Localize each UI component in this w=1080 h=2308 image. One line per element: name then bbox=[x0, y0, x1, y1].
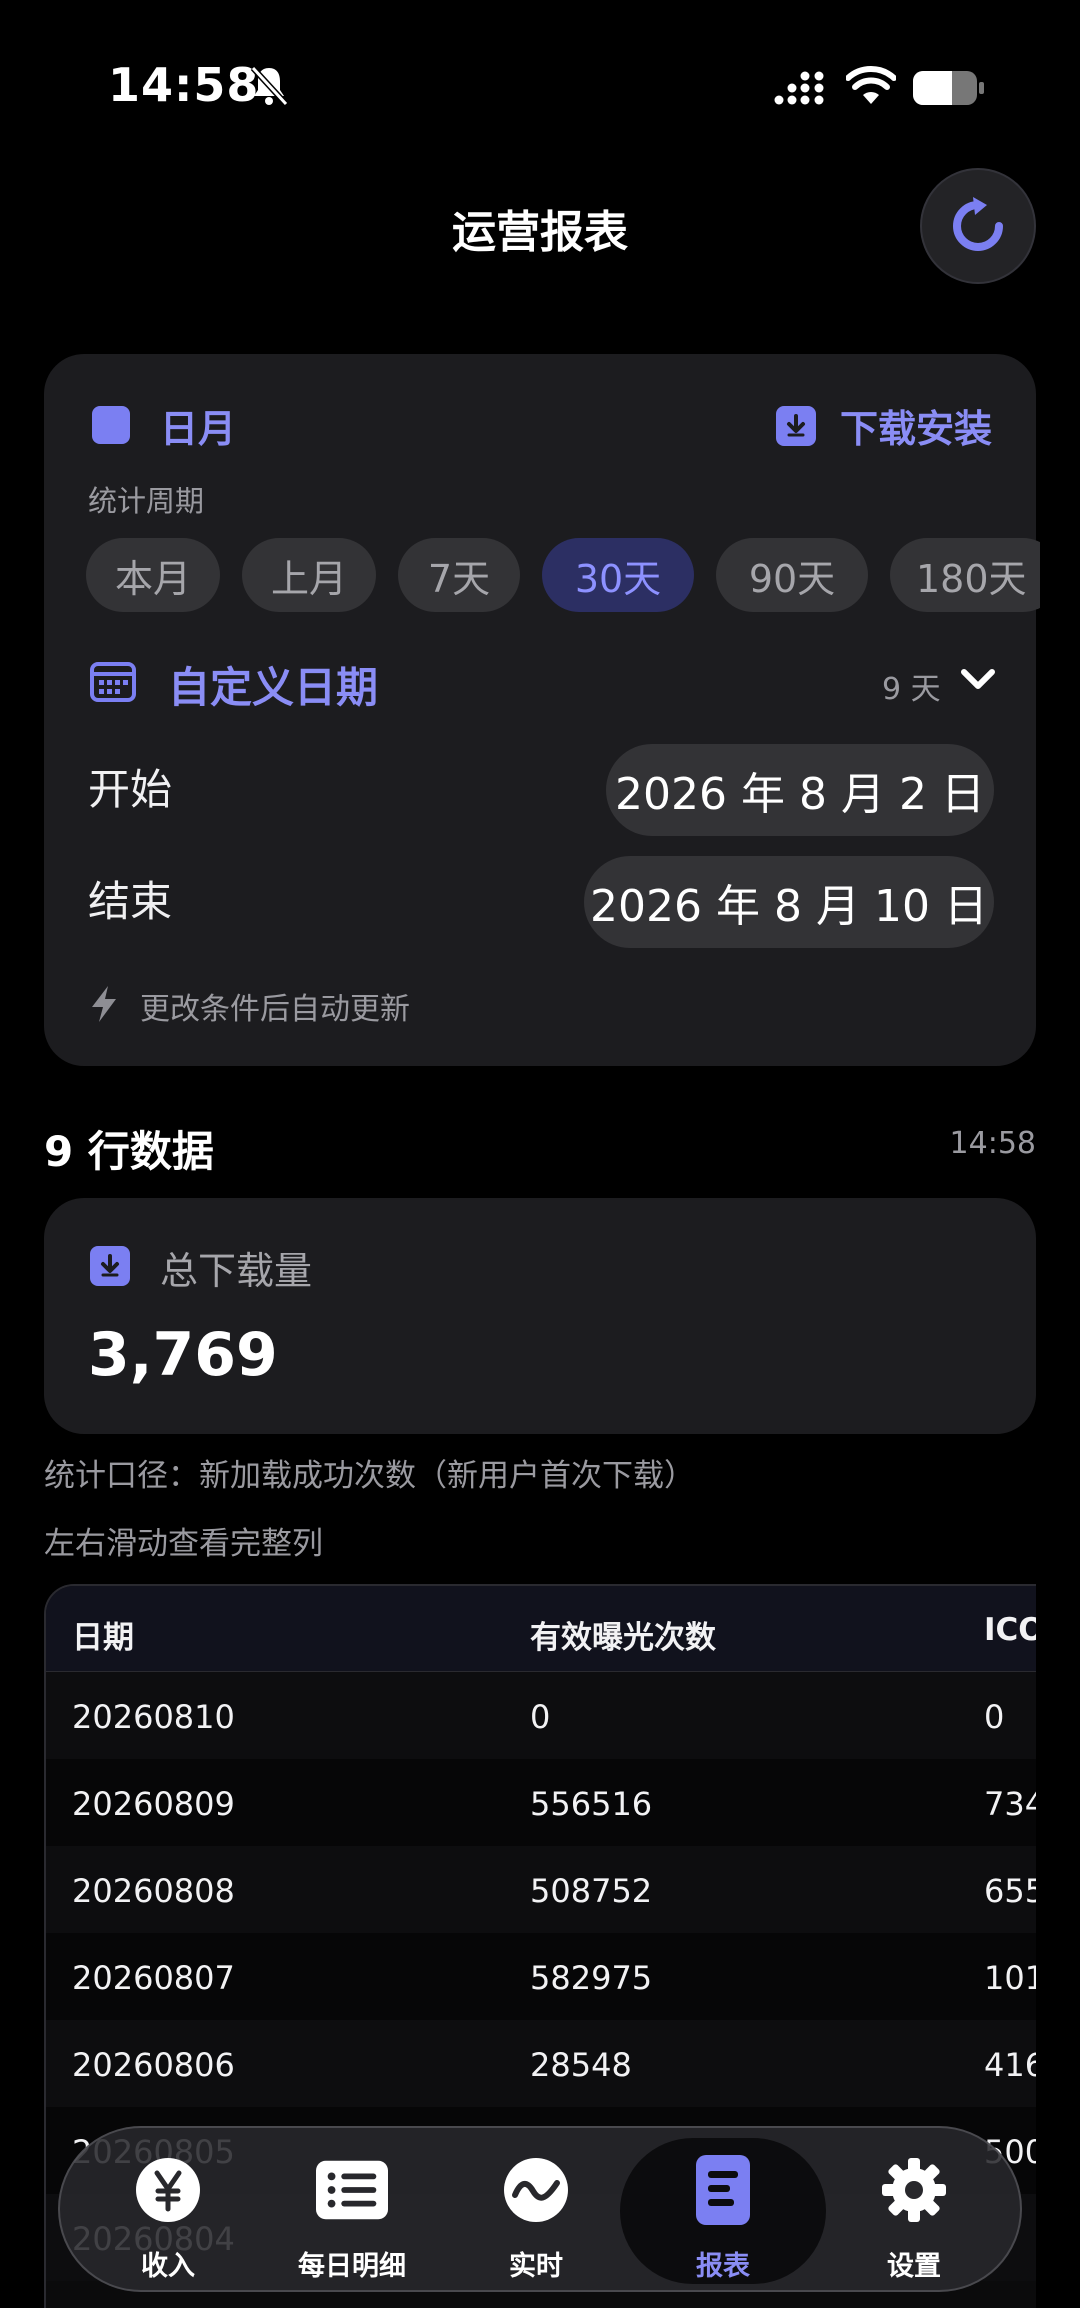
page-title: 运营报表 bbox=[452, 207, 628, 258]
tab-settings[interactable]: 设置 bbox=[824, 2128, 1004, 2294]
table-cell: 655 bbox=[984, 1872, 1036, 1910]
total-downloads-card: 总下载量 3,769 bbox=[44, 1198, 1036, 1434]
chip-180-days[interactable]: 180天 bbox=[890, 538, 1040, 612]
end-label: 结束 bbox=[88, 877, 173, 926]
status-time: 14:58 bbox=[108, 58, 260, 112]
table-cell: 20260807 bbox=[72, 1959, 235, 1997]
total-downloads-value: 3,769 bbox=[88, 1320, 278, 1390]
caliber-note: 统计口径：新加载成功次数（新用户首次下载） bbox=[44, 1458, 695, 1494]
bottom-tab-bar: 收入 每日明细 实时 报表 设置 bbox=[58, 2126, 1022, 2292]
table-cell: 20260808 bbox=[72, 1872, 235, 1910]
custom-date-label[interactable]: 自定义日期 bbox=[168, 654, 378, 715]
column-header-icon: ICON bbox=[984, 1612, 1036, 1648]
pulse-icon bbox=[500, 2156, 572, 2224]
cellular-signal-icon bbox=[774, 71, 824, 105]
table-cell: 556516 bbox=[530, 1785, 653, 1823]
updated-time: 14:58 bbox=[949, 1126, 1036, 1161]
column-header-exposures: 有效曝光次数 bbox=[530, 1620, 716, 1656]
tab-label: 收入 bbox=[141, 2251, 195, 2282]
scroll-hint: 左右滑动查看完整列 bbox=[44, 1526, 323, 1562]
chip-30-days[interactable]: 30天 bbox=[542, 538, 694, 612]
refresh-icon bbox=[953, 197, 1003, 251]
chip-90-days[interactable]: 90天 bbox=[716, 538, 868, 612]
table-row: 20260806 28548 416 bbox=[46, 2020, 1036, 2107]
tab-label: 实时 bbox=[509, 2251, 563, 2282]
table-row: 20260810 0 0 bbox=[46, 1672, 1036, 1759]
tab-label: 每日明细 bbox=[298, 2251, 406, 2282]
tab-income[interactable]: 收入 bbox=[78, 2128, 258, 2294]
total-downloads-label: 总下载量 bbox=[160, 1249, 313, 1293]
days-count: 9 天 bbox=[882, 672, 941, 707]
calendar-icon bbox=[90, 662, 136, 702]
table-cell: 508752 bbox=[530, 1872, 653, 1910]
tab-daily-detail[interactable]: 每日明细 bbox=[262, 2128, 442, 2294]
period-chips: 本月 上月 7天 30天 90天 180天 bbox=[86, 538, 1040, 618]
table-cell: 28548 bbox=[530, 2046, 632, 2084]
refresh-button[interactable] bbox=[920, 168, 1036, 284]
chevron-down-icon[interactable] bbox=[958, 664, 998, 696]
report-icon bbox=[687, 2155, 759, 2225]
table-cell: 20260810 bbox=[72, 1698, 235, 1736]
yen-icon bbox=[132, 2156, 204, 2224]
table-cell: 0 bbox=[530, 1698, 551, 1736]
chip-this-month[interactable]: 本月 bbox=[86, 538, 220, 612]
table-cell: 582975 bbox=[530, 1959, 653, 1997]
download-icon bbox=[775, 405, 816, 446]
table-cell: 734 bbox=[984, 1785, 1036, 1823]
chip-7-days[interactable]: 7天 bbox=[398, 538, 520, 612]
start-label: 开始 bbox=[88, 765, 173, 814]
rows-count-title: 9 行数据 bbox=[44, 1127, 214, 1176]
table-cell: 20260806 bbox=[72, 2046, 235, 2084]
tab-label: 报表 bbox=[696, 2251, 750, 2282]
start-date-picker[interactable]: 2026 年 8 月 2 日 bbox=[606, 744, 994, 836]
table-cell: 0 bbox=[984, 1698, 1005, 1736]
bell-slash-icon bbox=[250, 65, 289, 107]
download-icon bbox=[90, 1246, 130, 1286]
table-cell: 101 bbox=[984, 1959, 1036, 1997]
table-row: 20260807 582975 101 bbox=[46, 1933, 1036, 2020]
list-icon bbox=[316, 2156, 388, 2224]
battery-icon bbox=[913, 71, 984, 105]
column-header-date: 日期 bbox=[72, 1620, 134, 1656]
table-row: 20260809 556516 734 bbox=[46, 1759, 1036, 1846]
table-row: 20260808 508752 655 bbox=[46, 1846, 1036, 1933]
mode-square-icon bbox=[92, 406, 130, 444]
tab-realtime[interactable]: 实时 bbox=[446, 2128, 626, 2294]
gear-icon bbox=[878, 2156, 950, 2224]
tab-label: 设置 bbox=[887, 2251, 941, 2282]
wifi-icon bbox=[846, 66, 896, 104]
table-header: 日期 有效曝光次数 ICON bbox=[46, 1586, 1036, 1672]
download-install-label: 下载安装 bbox=[839, 407, 992, 451]
end-date-picker[interactable]: 2026 年 8 月 10 日 bbox=[584, 856, 994, 948]
bolt-icon bbox=[92, 986, 116, 1022]
status-bar: 14:58 bbox=[0, 0, 1080, 180]
period-label: 统计周期 bbox=[88, 484, 205, 518]
tab-report[interactable]: 报表 bbox=[620, 2138, 826, 2284]
filter-card: 日月 下载安装 统计周期 本月 上月 7天 30天 90天 180天 自定义日期… bbox=[44, 354, 1040, 1066]
auto-update-note: 更改条件后自动更新 bbox=[140, 992, 410, 1027]
mode-toggle[interactable]: 日月 bbox=[160, 398, 236, 453]
table-cell: 20260809 bbox=[72, 1785, 235, 1823]
chip-last-month[interactable]: 上月 bbox=[242, 538, 376, 612]
table-cell: 416 bbox=[984, 2046, 1036, 2084]
download-install-selector[interactable]: 下载安装 bbox=[775, 398, 992, 453]
